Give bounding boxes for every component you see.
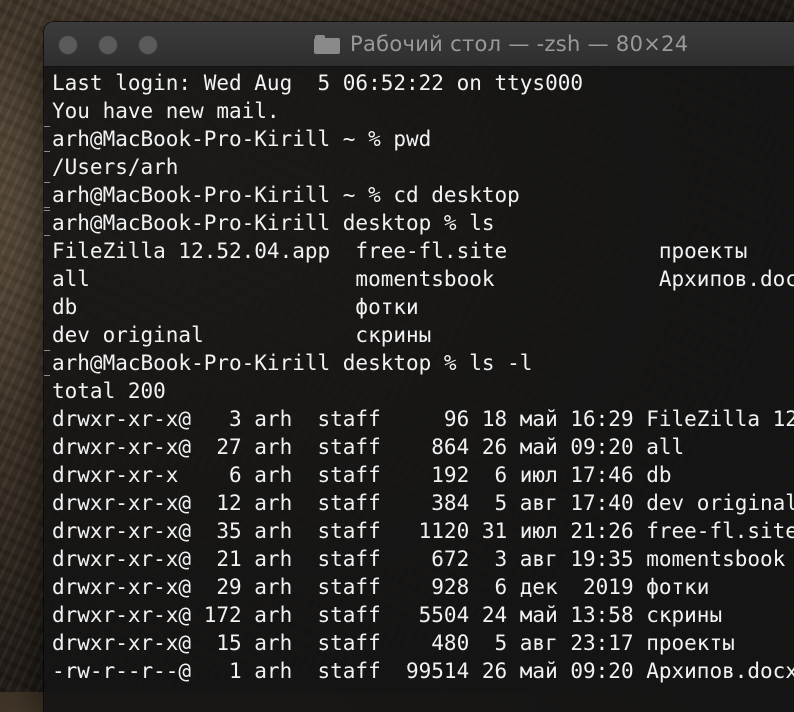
terminal-output-line: drwxr-xr-x@ 15 arh staff 480 5 авг 23:17…: [44, 629, 794, 657]
folder-icon: [314, 34, 340, 54]
minimize-button-icon[interactable]: [98, 35, 118, 55]
terminal-line-text: drwxr-xr-x@ 21 arh staff 672 3 авг 19:35…: [52, 547, 786, 571]
terminal-window[interactable]: Рабочий стол — -zsh — 80×24 Last login: …: [44, 22, 794, 712]
terminal-output-line: drwxr-xr-x@ 27 arh staff 864 26 май 09:2…: [44, 433, 794, 461]
terminal-line-text: FileZilla 12.52.04.app free-fl.site прое…: [52, 239, 748, 263]
terminal-line-text: You have new mail.: [52, 99, 280, 123]
terminal-prompt-line: arh@MacBook-Pro-Kirill ~ % pwd: [44, 125, 794, 153]
terminal-output-line: db фотки: [44, 293, 794, 321]
terminal-line-text: drwxr-xr-x@ 15 arh staff 480 5 авг 23:17…: [52, 631, 735, 655]
terminal-line-text: arh@MacBook-Pro-Kirill ~ % cd desktop: [52, 183, 520, 207]
terminal-output-line: drwxr-xr-x@ 3 arh staff 96 18 май 16:29 …: [44, 405, 794, 433]
terminal-line-text: drwxr-xr-x@ 12 arh staff 384 5 авг 17:40…: [52, 491, 794, 515]
terminal-line-text: db фотки: [52, 295, 419, 319]
terminal-output-line: all momentsbook Архипов.docx: [44, 265, 794, 293]
prompt-mark-icon: [44, 210, 50, 236]
terminal-line-text: arh@MacBook-Pro-Kirill ~ % pwd: [52, 127, 432, 151]
zoom-button-icon[interactable]: [138, 35, 158, 55]
close-button-icon[interactable]: [58, 35, 78, 55]
terminal-line-text: drwxr-xr-x@ 3 arh staff 96 18 май 16:29 …: [52, 407, 794, 431]
terminal-line-text: -rw-r--r--@ 1 arh staff 99514 26 май 09:…: [52, 659, 794, 683]
terminal-line-text: arh@MacBook-Pro-Kirill desktop % ls -l: [52, 351, 533, 375]
window-title-text: Рабочий стол — -zsh — 80×24: [350, 32, 689, 56]
terminal-output-line: drwxr-xr-x@ 21 arh staff 672 3 авг 19:35…: [44, 545, 794, 573]
terminal-output-line: dev original скрины: [44, 321, 794, 349]
prompt-mark-icon: [44, 126, 50, 152]
terminal-output-line: FileZilla 12.52.04.app free-fl.site прое…: [44, 237, 794, 265]
terminal-prompt-line: arh@MacBook-Pro-Kirill ~ % cd desktop: [44, 181, 794, 209]
terminal-prompt-line: arh@MacBook-Pro-Kirill desktop % ls -l: [44, 349, 794, 377]
terminal-output-line: /Users/arh: [44, 153, 794, 181]
terminal-output-line: You have new mail.: [44, 97, 794, 125]
terminal-line-text: arh@MacBook-Pro-Kirill desktop % ls: [52, 211, 495, 235]
terminal-line-text: /Users/arh: [52, 155, 179, 179]
terminal-output-line: drwxr-xr-x 6 arh staff 192 6 июл 17:46 d…: [44, 461, 794, 489]
terminal-line-text: drwxr-xr-x@ 29 arh staff 928 6 дек 2019 …: [52, 575, 710, 599]
terminal-line-text: drwxr-xr-x@ 27 arh staff 864 26 май 09:2…: [52, 435, 685, 459]
terminal-output-line: drwxr-xr-x@ 29 arh staff 928 6 дек 2019 …: [44, 573, 794, 601]
title-bar[interactable]: Рабочий стол — -zsh — 80×24: [44, 22, 794, 67]
prompt-mark-icon: [44, 350, 50, 376]
terminal-output-line: total 200: [44, 377, 794, 405]
terminal-line-text: total 200: [52, 379, 166, 403]
terminal-line-text: Last login: Wed Aug 5 06:52:22 on ttys00…: [52, 71, 584, 95]
window-title: Рабочий стол — -zsh — 80×24: [314, 22, 688, 66]
terminal-line-text: drwxr-xr-x@ 172 arh staff 5504 24 май 13…: [52, 603, 723, 627]
terminal-output-line: drwxr-xr-x@ 35 arh staff 1120 31 июл 21:…: [44, 517, 794, 545]
terminal-output-line: -rw-r--r--@ 1 arh staff 99514 26 май 09:…: [44, 657, 794, 685]
terminal-line-text: all momentsbook Архипов.docx: [52, 267, 794, 291]
terminal-output[interactable]: Last login: Wed Aug 5 06:52:22 on ttys00…: [44, 66, 794, 712]
terminal-output-line: Last login: Wed Aug 5 06:52:22 on ttys00…: [44, 69, 794, 97]
terminal-output-line: drwxr-xr-x@ 172 arh staff 5504 24 май 13…: [44, 601, 794, 629]
terminal-output-line: drwxr-xr-x@ 12 arh staff 384 5 авг 17:40…: [44, 489, 794, 517]
terminal-prompt-line: arh@MacBook-Pro-Kirill desktop % ls: [44, 209, 794, 237]
terminal-line-text: drwxr-xr-x@ 35 arh staff 1120 31 июл 21:…: [52, 519, 794, 543]
terminal-line-text: dev original скрины: [52, 323, 432, 347]
terminal-line-text: drwxr-xr-x 6 arh staff 192 6 июл 17:46 d…: [52, 463, 672, 487]
prompt-mark-icon: [44, 182, 50, 208]
